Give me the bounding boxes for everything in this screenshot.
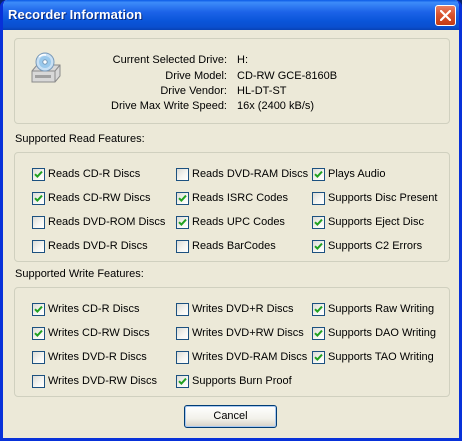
checkbox-label: Reads BarCodes	[192, 240, 276, 252]
checkmark-icon	[178, 218, 187, 227]
checkbox-box[interactable]	[312, 216, 325, 229]
checkbox-label: Writes CD-R Discs	[48, 303, 140, 315]
checkbox-box[interactable]	[32, 192, 45, 205]
drive-model-label: Drive Model:	[165, 70, 227, 82]
checkmark-icon	[314, 329, 323, 338]
drive-vendor-label: Drive Vendor:	[160, 85, 227, 97]
checkbox-label: Reads DVD-ROM Discs	[48, 216, 166, 228]
checkbox-box[interactable]	[32, 240, 45, 253]
checkmark-icon	[34, 170, 43, 179]
checkbox-box[interactable]	[32, 351, 45, 364]
write-features-label: Supported Write Features:	[15, 268, 144, 280]
info-row-current-drive: Current Selected Drive: H:	[15, 54, 451, 68]
checkbox-label: Supports DAO Writing	[328, 327, 437, 339]
checkbox-box[interactable]	[32, 303, 45, 316]
checkbox-label: Reads CD-R Discs	[48, 168, 141, 180]
info-row-drive-model: Drive Model: CD-RW GCE-8160B	[15, 70, 451, 84]
checkmark-icon	[314, 305, 323, 314]
checkbox-box[interactable]	[32, 216, 45, 229]
checkmark-icon	[314, 353, 323, 362]
checkbox-box[interactable]	[312, 303, 325, 316]
checkbox-box[interactable]	[176, 168, 189, 181]
checkbox-box[interactable]	[312, 351, 325, 364]
checkbox-label: Supports Disc Present	[328, 192, 438, 204]
checkbox-box[interactable]	[176, 303, 189, 316]
checkbox-label: Reads CD-RW Discs	[48, 192, 151, 204]
drive-vendor-value: HL-DT-ST	[237, 85, 287, 97]
close-button[interactable]	[435, 5, 456, 26]
write-speed-label: Drive Max Write Speed:	[111, 100, 227, 112]
checkbox-box[interactable]	[176, 375, 189, 388]
checkbox-label: Reads ISRC Codes	[192, 192, 288, 204]
window-title: Recorder Information	[8, 7, 143, 22]
checkbox-label: Reads DVD-R Discs	[48, 240, 148, 252]
checkbox-box[interactable]	[312, 240, 325, 253]
title-bar[interactable]: Recorder Information	[3, 0, 459, 30]
info-row-write-speed: Drive Max Write Speed: 16x (2400 kB/s)	[15, 100, 451, 114]
write-speed-value: 16x (2400 kB/s)	[237, 100, 315, 112]
drive-info-group: Current Selected Drive: H: Drive Model: …	[14, 38, 450, 124]
checkbox-box[interactable]	[32, 375, 45, 388]
checkmark-icon	[178, 194, 187, 203]
checkbox-box[interactable]	[32, 168, 45, 181]
info-row-drive-vendor: Drive Vendor: HL-DT-ST	[15, 85, 451, 99]
checkbox-label: Writes DVD+RW Discs	[192, 327, 304, 339]
checkbox-box[interactable]	[32, 327, 45, 340]
checkbox-box[interactable]	[176, 351, 189, 364]
checkbox-label: Supports Eject Disc	[328, 216, 424, 228]
checkmark-icon	[178, 377, 187, 386]
checkbox-label: Plays Audio	[328, 168, 386, 180]
checkmark-icon	[314, 170, 323, 179]
checkbox-box[interactable]	[176, 240, 189, 253]
checkbox-box[interactable]	[176, 216, 189, 229]
write-features-group: Writes CD-R Discs Writes CD-RW Discs Write…	[14, 287, 450, 397]
checkmark-icon	[34, 329, 43, 338]
checkbox-label: Reads DVD-RAM Discs	[192, 168, 309, 180]
current-drive-label: Current Selected Drive:	[112, 54, 227, 66]
read-features-label: Supported Read Features:	[15, 133, 145, 145]
checkmark-icon	[314, 242, 323, 251]
checkmark-icon	[34, 305, 43, 314]
read-features-group: Reads CD-R Discs Reads CD-RW Discs Reads D…	[14, 152, 450, 262]
checkbox-label: Writes DVD-RAM Discs	[192, 351, 308, 363]
checkmark-icon	[34, 194, 43, 203]
checkbox-box[interactable]	[312, 192, 325, 205]
drive-model-value: CD-RW GCE-8160B	[237, 70, 338, 82]
checkbox-box[interactable]	[176, 327, 189, 340]
checkbox-label: Supports TAO Writing	[328, 351, 434, 363]
checkbox-label: Supports C2 Errors	[328, 240, 423, 252]
close-icon	[440, 10, 451, 21]
checkbox-label: Writes CD-RW Discs	[48, 327, 150, 339]
current-drive-value: H:	[237, 54, 248, 66]
checkbox-label: Supports Burn Proof	[192, 375, 292, 387]
checkbox-label: Supports Raw Writing	[328, 303, 435, 315]
checkbox-label: Writes DVD-RW Discs	[48, 375, 157, 387]
checkmark-icon	[314, 218, 323, 227]
checkbox-box[interactable]	[312, 168, 325, 181]
checkbox-box[interactable]	[312, 327, 325, 340]
checkbox-box[interactable]	[176, 192, 189, 205]
cancel-button[interactable]: Cancel	[184, 405, 277, 428]
checkbox-label: Reads UPC Codes	[192, 216, 285, 228]
checkbox-label: Writes DVD-R Discs	[48, 351, 147, 363]
dialog-window: Recorder Information Current Selected Dr…	[0, 0, 462, 441]
checkbox-label: Writes DVD+R Discs	[192, 303, 294, 315]
